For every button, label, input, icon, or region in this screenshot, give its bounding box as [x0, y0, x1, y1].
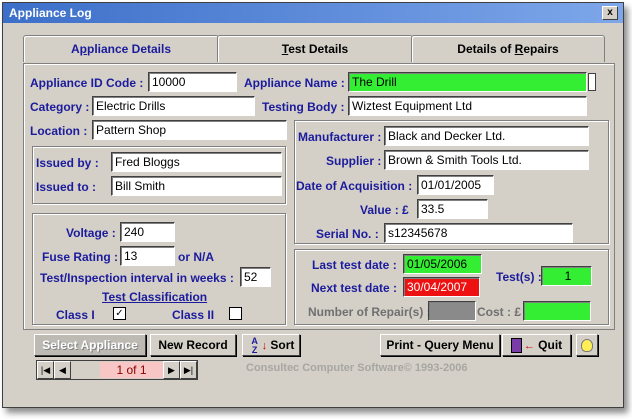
fuse-rating-field[interactable]: 13	[120, 246, 175, 266]
serial-no-field[interactable]: s12345678	[384, 223, 573, 243]
manufacturer-field[interactable]: Black and Decker Ltd.	[384, 126, 589, 146]
value-field[interactable]: 33.5	[417, 199, 488, 219]
serial-no-label: Serial No. :	[316, 227, 379, 241]
tests-count-field[interactable]: 1	[541, 266, 592, 286]
cost-field[interactable]	[523, 301, 591, 321]
appliance-id-label: Appliance ID Code :	[30, 76, 144, 90]
category-field[interactable]: Electric Drills	[92, 96, 255, 116]
last-record-button[interactable]: ▶|	[180, 361, 197, 379]
testing-body-label: Testing Body :	[262, 100, 345, 114]
tests-count-label: Test(s) :	[496, 270, 542, 284]
sort-button[interactable]: A Z ↓ Sort	[242, 334, 300, 356]
supplier-label: Supplier :	[326, 154, 382, 168]
quit-button[interactable]: ← Quit	[502, 334, 571, 356]
title-bar: Appliance Log x	[3, 3, 623, 23]
category-label: Category :	[30, 100, 90, 114]
copyright-footer: Consultec Computer Software© 1993-2006	[246, 362, 468, 374]
cost-label: Cost : £	[477, 305, 522, 319]
manufacturer-label: Manufacturer :	[298, 130, 382, 144]
issued-by-label: Issued by :	[36, 156, 99, 170]
fuse-rating-label: Fuse Rating :	[42, 250, 119, 264]
tab-strip: Appliance Details Test Details Details o…	[23, 35, 619, 63]
repairs-count-label: Number of Repair(s) :	[308, 305, 431, 319]
interval-label: Test/Inspection interval in weeks :	[40, 271, 234, 285]
class2-checkbox[interactable]	[229, 307, 242, 320]
first-record-button[interactable]: |◀	[37, 361, 54, 379]
exit-door-icon	[510, 338, 522, 354]
exit-arrow-icon: ←	[523, 340, 535, 352]
quit-label: Quit	[538, 338, 563, 352]
issued-to-field[interactable]: Bill Smith	[111, 176, 282, 196]
location-field[interactable]: Pattern Shop	[92, 120, 287, 140]
last-test-label: Last test date :	[312, 258, 397, 272]
class1-label: Class I	[56, 308, 95, 322]
sort-label: Sort	[270, 338, 295, 352]
tab-details-of-repairs[interactable]: Details of Repairs	[411, 35, 605, 62]
name-scroll-handle[interactable]	[588, 73, 596, 91]
appliance-name-field[interactable]: The Drill	[348, 72, 587, 92]
tab-test-details[interactable]: Test Details	[217, 35, 413, 62]
appliance-log-window: Appliance Log x Appliance Details Test D…	[2, 2, 624, 408]
voltage-field[interactable]: 240	[120, 222, 175, 242]
next-test-field[interactable]: 30/04/2007	[403, 277, 480, 297]
next-record-button[interactable]: ▶	[163, 361, 180, 379]
interval-field[interactable]: 52	[240, 267, 271, 287]
new-record-button[interactable]: New Record	[150, 334, 236, 356]
sort-az-icon: AZ	[251, 335, 258, 355]
issued-to-label: Issued to :	[36, 180, 97, 194]
lightbulb-icon	[581, 339, 593, 353]
fuse-na-label: or N/A	[178, 250, 214, 264]
test-classification-label: Test Classification	[102, 290, 208, 304]
appliance-id-field[interactable]: 10000	[148, 72, 237, 92]
value-label: Value : £	[360, 203, 409, 217]
voltage-label: Voltage :	[66, 226, 116, 240]
location-label: Location :	[30, 124, 88, 138]
tab-appliance-details[interactable]: Appliance Details	[23, 35, 219, 62]
class1-checkbox[interactable]: ✓	[113, 307, 126, 320]
previous-record-button[interactable]: ◀	[54, 361, 71, 379]
next-test-label: Next test date :	[311, 281, 398, 295]
record-navigator: |◀ ◀ 1 of 1 ▶ ▶|	[36, 360, 198, 380]
issued-by-field[interactable]: Fred Bloggs	[111, 152, 282, 172]
supplier-field[interactable]: Brown & Smith Tools Ltd.	[384, 150, 589, 170]
testing-body-field[interactable]: Wiztest Equipment Ltd	[348, 96, 587, 116]
select-appliance-button[interactable]: Select Appliance	[34, 334, 146, 356]
class2-label: Class II	[172, 308, 215, 322]
help-button[interactable]	[576, 334, 598, 356]
close-button[interactable]: x	[602, 6, 618, 20]
repairs-count-field[interactable]	[428, 301, 476, 321]
appliance-name-label: Appliance Name :	[244, 76, 345, 90]
acquisition-date-field[interactable]: 01/01/2005	[417, 175, 494, 195]
sort-arrow-icon: ↓	[261, 340, 268, 352]
window-title: Appliance Log	[9, 6, 92, 20]
record-position: 1 of 1	[100, 362, 163, 378]
acquisition-date-label: Date of Acquisition :	[296, 179, 413, 193]
print-query-menu-button[interactable]: Print - Query Menu	[380, 334, 500, 356]
last-test-field[interactable]: 01/05/2006	[403, 254, 482, 274]
